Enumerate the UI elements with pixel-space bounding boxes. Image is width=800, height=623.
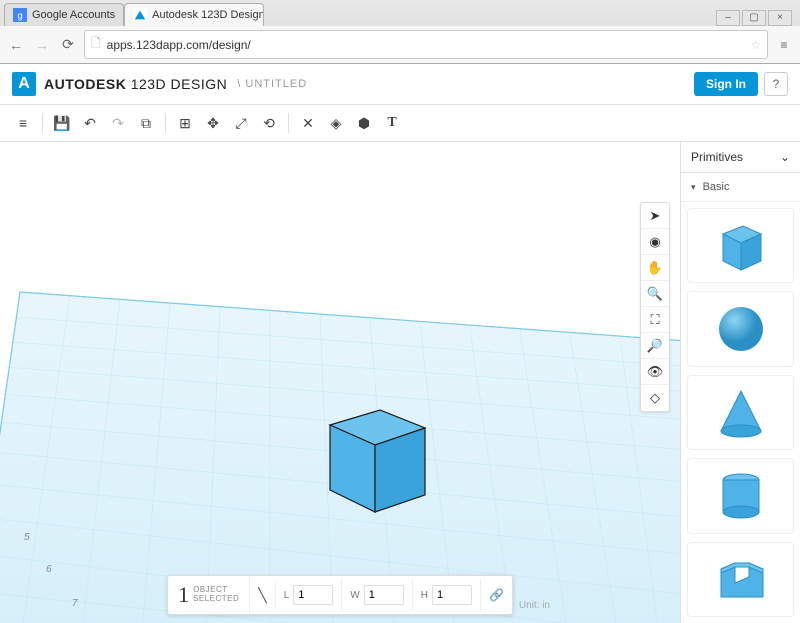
pan-tool[interactable]: ✋ [641, 255, 669, 281]
browser-chrome: g Google Accounts Autodesk 123D Design ×… [0, 0, 800, 64]
orbit-tool[interactable]: ◉ [641, 229, 669, 255]
shape-cube[interactable] [687, 208, 794, 283]
chrome-menu-button[interactable]: ≡ [774, 35, 794, 55]
shape-cylinder[interactable] [687, 458, 794, 533]
selection-info: 1 OBJECT SELECTED [168, 576, 250, 614]
axis-label: 6 [46, 564, 52, 575]
dim-height: H [413, 579, 481, 611]
google-favicon: g [13, 8, 27, 22]
length-input[interactable] [293, 585, 333, 605]
zoom-region-tool[interactable]: ⛶ [641, 307, 669, 333]
workspace: 5 6 7 ➤ ◉ ✋ 🔍 ⛶ 🔎 👁 ◇ 1 OBJECT SE [0, 142, 800, 623]
visibility-tool[interactable]: 👁 [641, 359, 669, 385]
unit-label: Unit: in [519, 600, 550, 611]
chevron-down-icon: ⌄ [780, 150, 790, 164]
selection-label: OBJECT SELECTED [193, 586, 239, 604]
close-button[interactable]: × [768, 10, 792, 26]
url-bar[interactable]: 🗋 apps.123dapp.com/design/ ☆ [84, 30, 768, 59]
width-input[interactable] [364, 585, 404, 605]
app-header: A AUTODESK 123D DESIGN \ UNTITLED Sign I… [0, 64, 800, 105]
autodesk-favicon [133, 8, 147, 22]
undo-button[interactable]: ↶ [77, 111, 103, 135]
zoom-tool[interactable]: 🔎 [641, 333, 669, 359]
redo-button[interactable]: ↷ [105, 111, 131, 135]
save-button[interactable]: 💾 [49, 111, 75, 135]
panel-header[interactable]: Primitives ⌄ [681, 142, 800, 173]
main-toolbar: ≡ 💾 ↶ ↷ ⧉ ⊞ ✥ ⤢ ⟲ ✕ ◈ ⬢ T [0, 105, 800, 142]
copy-button[interactable]: ⧉ [133, 111, 159, 135]
primitive-button[interactable]: ◈ [323, 111, 349, 135]
tab-title: Google Accounts [32, 9, 115, 21]
shape-sphere[interactable] [687, 291, 794, 366]
selection-count: 1 [178, 582, 189, 608]
panel-section[interactable]: ▾ Basic [681, 173, 800, 202]
maximize-button[interactable]: ▢ [742, 10, 766, 26]
panel-title: Primitives [691, 150, 743, 164]
forward-button[interactable]: → [32, 35, 52, 55]
pointer-tool[interactable]: ➤ [641, 203, 669, 229]
zoom-fit-tool[interactable]: 🔍 [641, 281, 669, 307]
doc-title: \ UNTITLED [237, 78, 307, 90]
back-button[interactable]: ← [6, 35, 26, 55]
help-button[interactable]: ? [764, 72, 788, 96]
snap-tool[interactable]: ◇ [641, 385, 669, 411]
dim-width: W [342, 579, 412, 611]
edge-tool[interactable]: ╲ [250, 581, 275, 610]
axis-label: 5 [24, 532, 30, 543]
app-logo-icon: A [12, 72, 36, 96]
scale-button[interactable]: ⤢ [228, 111, 254, 135]
browser-tabs: g Google Accounts Autodesk 123D Design ×… [0, 0, 800, 26]
star-icon[interactable]: ☆ [750, 38, 761, 52]
selected-cube[interactable] [310, 390, 440, 520]
url-text: apps.123dapp.com/design/ [107, 38, 251, 52]
link-dims-icon[interactable]: 🔗 [481, 582, 512, 608]
height-input[interactable] [432, 585, 472, 605]
shape-list [681, 202, 800, 623]
axis-label: 7 [72, 598, 78, 609]
tools-button[interactable]: ✕ [295, 111, 321, 135]
window-controls: – ▢ × [716, 10, 796, 26]
view-toolbar: ➤ ◉ ✋ 🔍 ⛶ 🔎 👁 ◇ [640, 202, 670, 412]
browser-navbar: ← → ⟳ 🗋 apps.123dapp.com/design/ ☆ ≡ [0, 26, 800, 63]
transform-button[interactable]: ⊞ [172, 111, 198, 135]
reload-button[interactable]: ⟳ [58, 35, 78, 55]
primitives-panel: Primitives ⌄ ▾ Basic [680, 142, 800, 623]
browser-tab[interactable]: Autodesk 123D Design × [124, 3, 264, 26]
app-title: AUTODESK 123D DESIGN [44, 76, 227, 92]
section-title: Basic [703, 181, 730, 193]
combine-button[interactable]: ⬢ [351, 111, 377, 135]
page-icon: 🗋 [91, 34, 101, 55]
menu-button[interactable]: ≡ [10, 111, 36, 135]
chevron-down-icon: ▾ [691, 182, 696, 192]
move-button[interactable]: ✥ [200, 111, 226, 135]
canvas[interactable]: 5 6 7 ➤ ◉ ✋ 🔍 ⛶ 🔎 👁 ◇ 1 OBJECT SE [0, 142, 680, 623]
browser-tab[interactable]: g Google Accounts [4, 3, 124, 26]
shape-cone[interactable] [687, 375, 794, 450]
minimize-button[interactable]: – [716, 10, 740, 26]
dim-length: L [276, 579, 343, 611]
signin-button[interactable]: Sign In [694, 72, 758, 96]
text-button[interactable]: T [379, 111, 405, 135]
selection-bar: 1 OBJECT SELECTED ╲ L W H 🔗 [167, 575, 513, 615]
shape-ushape[interactable] [687, 542, 794, 617]
svg-text:g: g [17, 11, 22, 22]
tab-title: Autodesk 123D Design [152, 9, 264, 21]
rotate-button[interactable]: ⟲ [256, 111, 282, 135]
